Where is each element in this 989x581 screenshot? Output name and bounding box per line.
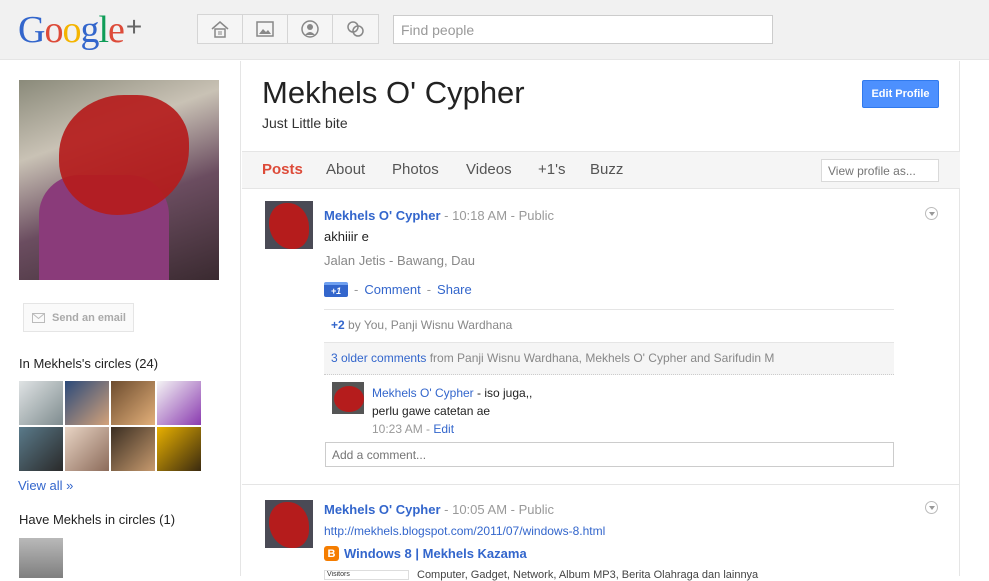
send-email-button[interactable]: Send an email bbox=[23, 303, 134, 332]
have-in-circles-avatar[interactable] bbox=[19, 538, 63, 578]
comment-text: - iso juga,, bbox=[473, 386, 533, 400]
tab-videos[interactable]: Videos bbox=[466, 161, 512, 178]
nav-icon-bar bbox=[197, 14, 379, 44]
in-circles-heading: In Mekhels's circles (24) bbox=[19, 356, 159, 371]
comment-edit-link[interactable]: Edit bbox=[433, 422, 454, 436]
older-comments-bar: 3 older comments from Panji Wisnu Wardha… bbox=[324, 342, 894, 375]
shared-link-snippet: Computer, Gadget, Network, Album MP3, Be… bbox=[417, 569, 759, 581]
profile-icon[interactable] bbox=[288, 15, 333, 43]
shared-link-title-row: B Windows 8 | Mekhels Kazama bbox=[324, 546, 527, 561]
post-meta: Mekhels O' Cypher - 10:18 AM - Public bbox=[324, 208, 555, 223]
post-actions: +1 - Comment - Share bbox=[324, 282, 472, 297]
tab-about[interactable]: About bbox=[326, 161, 365, 178]
comment-author-avatar[interactable] bbox=[332, 382, 364, 414]
envelope-icon bbox=[32, 312, 45, 323]
post-location[interactable]: Jalan Jetis - Bawang, Dau bbox=[324, 253, 475, 268]
profile-tabs: Posts About Photos Videos +1's Buzz bbox=[242, 151, 960, 189]
tab-photos[interactable]: Photos bbox=[392, 161, 439, 178]
circle-avatar[interactable] bbox=[19, 381, 63, 425]
tab-posts[interactable]: Posts bbox=[262, 161, 303, 178]
circles-icon[interactable] bbox=[333, 15, 378, 43]
plus-count[interactable]: +2 bbox=[331, 318, 345, 332]
main-content: Mekhels O' Cypher Just Little bite Edit … bbox=[242, 61, 960, 581]
comment-text-line2: perlu gawe catetan ae bbox=[372, 404, 491, 418]
shared-link-url[interactable]: http://mekhels.blogspot.com/2011/07/wind… bbox=[324, 524, 605, 538]
profile-photo-redaction bbox=[59, 95, 189, 215]
post-time[interactable]: 10:05 AM bbox=[452, 502, 507, 517]
find-people-input[interactable] bbox=[393, 15, 773, 44]
view-profile-as-input[interactable] bbox=[821, 159, 939, 182]
photos-icon[interactable] bbox=[243, 15, 288, 43]
comment-link[interactable]: Comment bbox=[364, 282, 420, 297]
add-comment-input[interactable] bbox=[325, 442, 894, 467]
top-bar: Google+ bbox=[0, 0, 989, 60]
home-icon[interactable] bbox=[198, 15, 243, 43]
profile-tagline: Just Little bite bbox=[262, 115, 348, 131]
blogger-icon: B bbox=[324, 546, 339, 561]
shared-link-thumbnail[interactable]: Visitors bbox=[324, 570, 409, 580]
post-visibility[interactable]: Public bbox=[519, 502, 554, 517]
comment-author-link[interactable]: Mekhels O' Cypher bbox=[372, 386, 474, 400]
plusone-button[interactable]: +1 bbox=[324, 282, 348, 297]
post-menu-chevron-icon[interactable] bbox=[925, 207, 938, 220]
post-meta: Mekhels O' Cypher - 10:05 AM - Public bbox=[324, 502, 555, 517]
circle-avatar[interactable] bbox=[65, 427, 109, 471]
profile-name: Mekhels O' Cypher bbox=[262, 75, 525, 110]
post-author-link[interactable]: Mekhels O' Cypher bbox=[324, 208, 441, 223]
post-author-avatar[interactable] bbox=[265, 201, 313, 249]
google-plus-logo[interactable]: Google+ bbox=[18, 8, 142, 52]
send-email-label: Send an email bbox=[52, 311, 126, 324]
circles-grid bbox=[19, 381, 201, 471]
circle-avatar[interactable] bbox=[157, 381, 201, 425]
plusone-summary: +2 by You, Panji Wisnu Wardhana bbox=[324, 309, 894, 342]
circle-avatar[interactable] bbox=[157, 427, 201, 471]
comment-time[interactable]: 10:23 AM bbox=[372, 422, 423, 436]
circle-avatar[interactable] bbox=[111, 381, 155, 425]
profile-photo[interactable] bbox=[19, 80, 219, 280]
tab-plusones[interactable]: +1's bbox=[538, 161, 565, 178]
circle-avatar[interactable] bbox=[111, 427, 155, 471]
post-time[interactable]: 10:18 AM bbox=[452, 208, 507, 223]
have-in-circles-heading: Have Mekhels in circles (1) bbox=[19, 512, 176, 527]
post-menu-chevron-icon[interactable] bbox=[925, 501, 938, 514]
post-visibility[interactable]: Public bbox=[519, 208, 554, 223]
circle-avatar[interactable] bbox=[65, 381, 109, 425]
post-author-link[interactable]: Mekhels O' Cypher bbox=[324, 502, 441, 517]
left-sidebar: Send an email In Mekhels's circles (24) … bbox=[0, 61, 241, 578]
tab-buzz[interactable]: Buzz bbox=[590, 161, 623, 178]
post-author-avatar[interactable] bbox=[265, 500, 313, 548]
post-body: akhiiir e bbox=[324, 229, 369, 244]
circle-avatar[interactable] bbox=[19, 427, 63, 471]
view-all-link[interactable]: View all » bbox=[18, 478, 73, 493]
older-comments-link[interactable]: 3 older comments bbox=[331, 351, 426, 365]
shared-link-title[interactable]: Windows 8 | Mekhels Kazama bbox=[344, 546, 527, 561]
post-divider bbox=[242, 484, 960, 485]
edit-profile-button[interactable]: Edit Profile bbox=[862, 80, 939, 108]
share-link[interactable]: Share bbox=[437, 282, 472, 297]
